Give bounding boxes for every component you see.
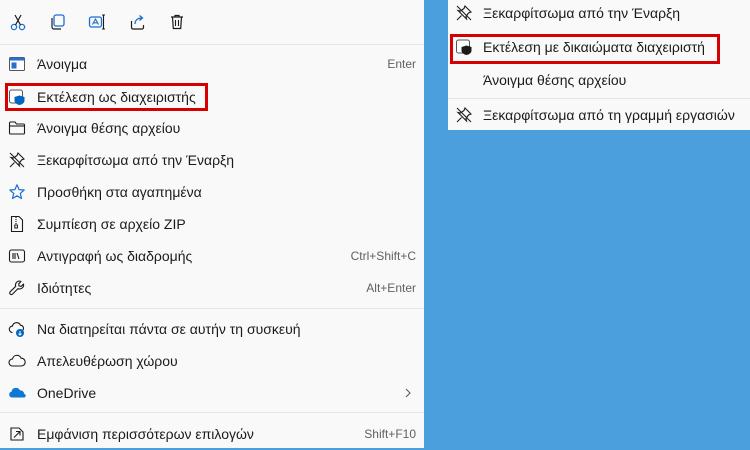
menu2-item-unpin-taskbar[interactable]: Ξεκαρφίτσωμα από τη γραμμή εργασιών xyxy=(448,99,750,131)
zip-file-icon xyxy=(8,215,26,233)
menu-item-onedrive[interactable]: OneDrive xyxy=(0,377,424,409)
menu-item-label: Άνοιγμα θέσης αρχείου xyxy=(37,120,181,136)
menu2-item-unpin-start[interactable]: Ξεκαρφίτσωμα από την Έναρξη xyxy=(448,0,750,29)
wrench-icon xyxy=(8,279,26,297)
highlight-box xyxy=(5,83,208,111)
star-icon xyxy=(8,183,26,201)
menu-item-compress-zip[interactable]: Συμπίεση σε αρχείο ZIP xyxy=(0,208,424,240)
menu-item-shortcut: Alt+Enter xyxy=(366,281,416,295)
menu-item-label: Ξεκαρφίτσωμα από τη γραμμή εργασιών xyxy=(483,107,735,123)
menu-item-free-up-space[interactable]: Απελευθέρωση χώρου xyxy=(0,345,424,377)
share-icon[interactable] xyxy=(124,8,152,36)
context-menu: Άνοιγμα Enter Εκτέλεση ως διαχειριστής Ά… xyxy=(0,0,424,448)
menu-item-open[interactable]: Άνοιγμα Enter xyxy=(0,48,424,80)
menu-item-label: Συμπίεση σε αρχείο ZIP xyxy=(37,216,186,232)
delete-icon[interactable] xyxy=(163,8,191,36)
chevron-right-icon xyxy=(402,386,414,400)
menu-item-label: Προσθήκη στα αγαπημένα xyxy=(37,184,202,200)
menu-item-shortcut: Shift+F10 xyxy=(364,427,416,441)
folder-icon xyxy=(8,119,26,137)
menu-item-label: Ξεκαρφίτσωμα από την Έναρξη xyxy=(483,5,681,21)
separator xyxy=(0,308,424,309)
rename-icon[interactable] xyxy=(83,8,111,36)
highlight-box xyxy=(450,34,720,64)
menu2-item-open-file-location[interactable]: Άνοιγμα θέσης αρχείου xyxy=(448,64,750,96)
menu-item-add-favorites[interactable]: Προσθήκη στα αγαπημένα xyxy=(0,176,424,208)
menu-item-label: Απελευθέρωση χώρου xyxy=(37,353,178,369)
menu-item-open-file-location[interactable]: Άνοιγμα θέσης αρχείου xyxy=(0,112,424,144)
unpin-icon xyxy=(455,4,473,22)
menu-item-always-keep[interactable]: Να διατηρείται πάντα σε αυτήν τη συσκευή xyxy=(0,313,424,345)
application-icon xyxy=(8,55,26,73)
cloud-download-icon xyxy=(8,320,26,338)
context-menu-secondary: Ξεκαρφίτσωμα από την Έναρξη Εκτέλεση με … xyxy=(448,0,750,130)
menu-item-show-more-options[interactable]: Εμφάνιση περισσότερων επιλογών Shift+F10 xyxy=(0,418,424,450)
menu-item-label: Άνοιγμα xyxy=(37,56,88,72)
menu-item-label: Ιδιότητες xyxy=(37,280,92,296)
menu-item-properties[interactable]: Ιδιότητες Alt+Enter xyxy=(0,272,424,304)
unpin-icon xyxy=(8,151,26,169)
copy-icon[interactable] xyxy=(44,8,72,36)
context-menu-toolbar xyxy=(0,0,424,44)
menu-item-shortcut: Enter xyxy=(387,57,416,71)
menu-item-label: Εμφάνιση περισσότερων επιλογών xyxy=(37,426,254,442)
folder-icon xyxy=(455,71,473,89)
more-options-icon xyxy=(8,425,26,443)
unpin-icon xyxy=(455,106,473,124)
menu-item-copy-as-path[interactable]: Αντιγραφή ως διαδρομής Ctrl+Shift+C xyxy=(0,240,424,272)
separator xyxy=(0,44,424,45)
menu-item-label: Αντιγραφή ως διαδρομής xyxy=(37,248,193,264)
menu-item-shortcut: Ctrl+Shift+C xyxy=(350,249,416,263)
menu-item-label: Άνοιγμα θέσης αρχείου xyxy=(483,72,627,88)
separator xyxy=(0,412,424,413)
cut-icon[interactable] xyxy=(4,8,32,36)
onedrive-icon xyxy=(8,384,26,402)
path-icon xyxy=(8,247,26,265)
menu-item-unpin-start[interactable]: Ξεκαρφίτσωμα από την Έναρξη xyxy=(0,144,424,176)
cloud-icon xyxy=(8,352,26,370)
menu-item-label: Ξεκαρφίτσωμα από την Έναρξη xyxy=(37,152,235,168)
menu-item-label: OneDrive xyxy=(37,385,97,401)
menu-item-label: Να διατηρείται πάντα σε αυτήν τη συσκευή xyxy=(37,321,301,337)
